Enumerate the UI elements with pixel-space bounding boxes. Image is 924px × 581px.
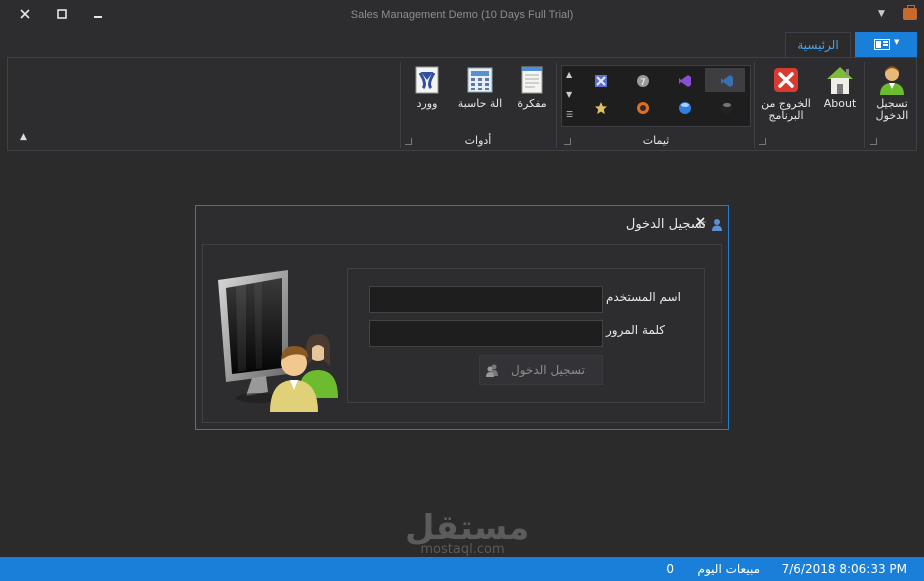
word-document-icon xyxy=(412,64,442,94)
group-divider xyxy=(556,62,557,148)
watermark: مستقل mostaql.com xyxy=(405,508,530,557)
themes-gallery[interactable]: ▲ ▼ ☰ 7 xyxy=(561,65,751,127)
login-ribbon-button[interactable]: تسجيل الدخول xyxy=(868,64,916,122)
group-divider xyxy=(864,62,865,148)
theme-seven-icon[interactable]: 7 xyxy=(636,74,650,88)
user-login-icon xyxy=(877,64,907,95)
login-form: اسم المستخدم كلمة المرور تسجيل الدخول xyxy=(347,268,705,403)
theme-x-icon[interactable] xyxy=(594,74,608,88)
window-title: Sales Management Demo (10 Days Full Tria… xyxy=(350,9,574,21)
tools-group-launcher[interactable] xyxy=(405,138,412,145)
password-label: كلمة المرور xyxy=(606,323,666,337)
theme-visual-studio-dark-icon[interactable] xyxy=(720,74,734,88)
tab-home[interactable]: الرئيسية xyxy=(785,32,851,58)
title-bar: Sales Management Demo (10 Days Full Tria… xyxy=(0,0,924,31)
theme-black-orb-icon[interactable] xyxy=(720,101,734,115)
exit-group-launcher[interactable] xyxy=(759,138,766,145)
watermark-latin: mostaql.com xyxy=(420,542,505,557)
account-group-launcher[interactable] xyxy=(870,138,877,145)
themes-group-launcher[interactable] xyxy=(564,138,571,145)
svg-text:7: 7 xyxy=(640,78,646,88)
sales-today-value: 0 xyxy=(666,562,674,576)
login-button[interactable]: تسجيل الدخول xyxy=(479,355,603,385)
calculator-button[interactable]: الة حاسبة xyxy=(454,64,506,110)
theme-star-icon[interactable] xyxy=(594,101,608,115)
login-button-label: تسجيل الدخول xyxy=(511,363,585,377)
theme-office-icon[interactable] xyxy=(636,101,650,115)
notebook-label: مفكرة xyxy=(517,97,547,110)
notebook-icon xyxy=(517,64,547,94)
username-field[interactable] xyxy=(369,286,603,313)
users-computer-icon xyxy=(218,270,338,412)
user-icon xyxy=(712,219,722,231)
tools-group-caption: أدوات xyxy=(464,134,492,147)
theme-blue-orb-icon[interactable] xyxy=(678,101,692,115)
exit-program-label: الخروج من البرنامج xyxy=(761,97,811,122)
login-ribbon-label: تسجيل الدخول xyxy=(875,97,909,122)
calculator-label: الة حاسبة xyxy=(457,97,503,110)
username-label: اسم المستخدم xyxy=(606,290,681,304)
gallery-expand-icon[interactable]: ☰ xyxy=(566,110,573,119)
gallery-scroll-up-icon[interactable]: ▲ xyxy=(566,70,572,79)
briefcase-icon xyxy=(903,5,917,20)
home-icon xyxy=(825,64,855,94)
menu-book-icon xyxy=(874,39,890,50)
gallery-scroll-down-icon[interactable]: ▼ xyxy=(566,90,572,99)
login-dialog: تسجيل الدخول اسم المستخدم كلمة المرور تس… xyxy=(195,205,729,430)
group-divider xyxy=(400,62,401,148)
application-menu-button[interactable]: ▼ xyxy=(855,32,917,57)
status-datetime: 7/6/2018 8:06:33 PM xyxy=(781,562,907,576)
watermark-arabic: مستقل xyxy=(405,508,530,548)
themes-group-caption: ثيمات xyxy=(642,134,670,147)
ribbon-panel: تسجيل الدخول About الخروج من البرنامج ▲ … xyxy=(7,57,917,151)
password-field[interactable] xyxy=(369,320,603,347)
dialog-title: تسجيل الدخول xyxy=(625,217,706,232)
about-button[interactable]: About xyxy=(820,64,860,110)
calculator-icon xyxy=(465,64,495,94)
about-label: About xyxy=(823,97,857,110)
word-label: وورد xyxy=(416,97,438,110)
quick-access-dropdown-icon[interactable]: ▼ xyxy=(878,9,885,19)
notebook-button[interactable]: مفكرة xyxy=(513,64,551,110)
exit-program-button[interactable]: الخروج من البرنامج xyxy=(760,64,812,122)
group-divider xyxy=(754,62,755,148)
users-icon xyxy=(486,364,498,377)
word-button[interactable]: وورد xyxy=(408,64,446,110)
exit-x-icon xyxy=(771,64,801,94)
sales-today-label: مبيعات اليوم xyxy=(697,562,760,576)
collapse-ribbon-icon[interactable]: ▲ xyxy=(20,132,27,142)
status-bar: 7/6/2018 8:06:33 PM مبيعات اليوم 0 xyxy=(0,557,924,581)
chevron-down-icon: ▼ xyxy=(894,38,900,46)
theme-visual-studio-icon[interactable] xyxy=(678,74,692,88)
